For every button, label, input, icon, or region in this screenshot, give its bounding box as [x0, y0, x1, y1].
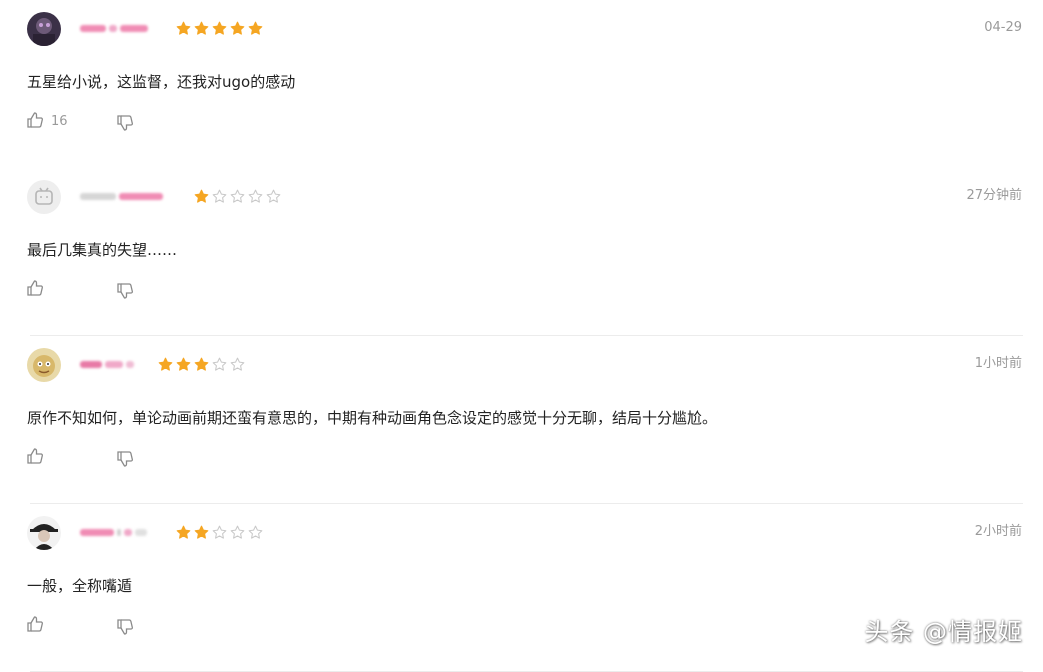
star-filled-icon — [194, 525, 209, 540]
thumbs-down-icon — [116, 115, 134, 136]
like-count: 16 — [51, 114, 68, 129]
like-button[interactable]: 16 — [26, 111, 68, 133]
star-rating — [176, 19, 263, 37]
avatar[interactable] — [27, 12, 61, 46]
star-filled-icon — [230, 21, 245, 36]
thumbs-down-icon — [116, 451, 134, 472]
star-filled-icon — [248, 21, 263, 36]
star-empty-icon — [248, 189, 263, 204]
username-blurred[interactable] — [80, 355, 134, 373]
star-filled-icon — [158, 357, 173, 372]
star-rating — [176, 523, 263, 541]
review-item: 04-29 五星给小说，这监督，还我对ugo的感动 16 — [0, 0, 1043, 168]
review-item: 1小时前 原作不知如何，单论动画前期还蛮有意思的，中期有种动画角色念设定的感觉十… — [0, 336, 1043, 504]
star-filled-icon — [176, 357, 191, 372]
like-button[interactable] — [26, 615, 51, 637]
star-empty-icon — [212, 189, 227, 204]
star-empty-icon — [266, 189, 281, 204]
like-button[interactable] — [26, 447, 51, 469]
username-blurred[interactable] — [80, 523, 147, 541]
dislike-button[interactable] — [116, 450, 134, 468]
star-filled-icon — [212, 21, 227, 36]
avatar[interactable] — [27, 180, 61, 214]
watermark: 头条 @情报姬 — [864, 618, 1023, 646]
star-filled-icon — [176, 525, 191, 540]
review-time: 1小时前 — [974, 356, 1022, 371]
thumbs-up-icon — [26, 447, 44, 469]
star-empty-icon — [248, 525, 263, 540]
thumbs-down-icon — [116, 283, 134, 304]
star-rating — [158, 355, 245, 373]
dislike-button[interactable] — [116, 618, 134, 636]
star-rating — [194, 187, 281, 205]
review-content: 一般，全称嘴遁 — [27, 577, 133, 595]
review-content: 最后几集真的失望…… — [27, 241, 178, 259]
thumbs-up-icon — [26, 279, 44, 301]
star-filled-icon — [194, 357, 209, 372]
star-filled-icon — [194, 21, 209, 36]
dislike-button[interactable] — [116, 114, 134, 132]
review-time: 04-29 — [984, 20, 1022, 35]
review-item: 27分钟前 最后几集真的失望…… — [0, 168, 1043, 336]
star-filled-icon — [194, 189, 209, 204]
star-filled-icon — [176, 21, 191, 36]
star-empty-icon — [212, 357, 227, 372]
star-empty-icon — [230, 189, 245, 204]
review-time: 2小时前 — [974, 524, 1022, 539]
review-content: 五星给小说，这监督，还我对ugo的感动 — [27, 73, 296, 91]
star-empty-icon — [230, 525, 245, 540]
review-content: 原作不知如何，单论动画前期还蛮有意思的，中期有种动画角色念设定的感觉十分无聊，结… — [27, 409, 718, 427]
thumbs-up-icon — [26, 111, 44, 133]
like-button[interactable] — [26, 279, 51, 301]
star-empty-icon — [212, 525, 227, 540]
review-time: 27分钟前 — [966, 188, 1022, 203]
star-empty-icon — [230, 357, 245, 372]
thumbs-up-icon — [26, 615, 44, 637]
avatar[interactable] — [27, 348, 61, 382]
avatar[interactable] — [27, 516, 61, 550]
username-blurred[interactable] — [80, 187, 163, 205]
dislike-button[interactable] — [116, 282, 134, 300]
username-blurred[interactable] — [80, 19, 148, 37]
thumbs-down-icon — [116, 619, 134, 640]
